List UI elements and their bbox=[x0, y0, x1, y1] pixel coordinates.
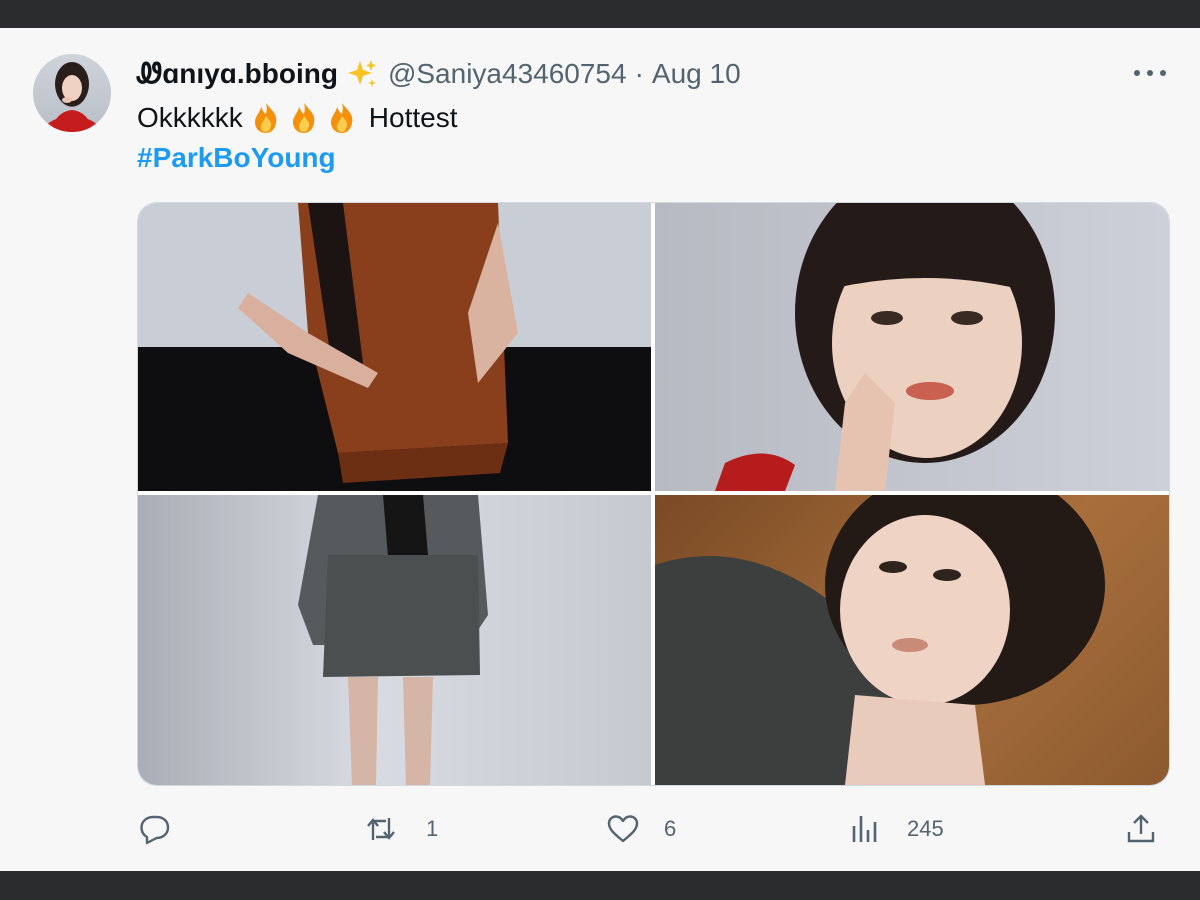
avatar-photo bbox=[51, 62, 93, 132]
avatar[interactable] bbox=[33, 54, 111, 132]
like-count: 6 bbox=[664, 816, 677, 841]
hashtag-link[interactable]: #ParkBoYoung bbox=[137, 140, 336, 176]
media-grid bbox=[137, 202, 1170, 786]
media-photo-2[interactable] bbox=[655, 203, 1169, 491]
tweet-text: Okkkkkk Hottest bbox=[137, 100, 457, 136]
retweet-icon bbox=[367, 818, 395, 840]
reply-action[interactable] bbox=[138, 810, 196, 848]
media-photo-3[interactable] bbox=[138, 495, 651, 785]
tweet-text-start: Okkkkkk bbox=[137, 102, 243, 133]
tweet-text-end: Hottest bbox=[368, 102, 458, 133]
share-action[interactable] bbox=[1124, 810, 1158, 848]
media-photo-1[interactable] bbox=[138, 203, 651, 491]
retweet-action[interactable]: 1 bbox=[364, 810, 438, 848]
like-action[interactable]: 6 bbox=[606, 810, 676, 848]
share-icon bbox=[1127, 814, 1155, 843]
fire-icon bbox=[254, 103, 277, 133]
views-action[interactable]: 245 bbox=[849, 810, 944, 848]
reply-icon bbox=[140, 815, 170, 845]
fire-icon bbox=[330, 103, 353, 133]
more-options-icon[interactable] bbox=[1134, 64, 1166, 82]
views-count: 245 bbox=[907, 816, 944, 841]
retweet-count: 1 bbox=[426, 816, 439, 841]
media-photo-4[interactable] bbox=[655, 495, 1169, 785]
window-frame-bottom bbox=[0, 871, 1200, 900]
heart-icon bbox=[607, 815, 639, 843]
separator-dot: · bbox=[634, 58, 644, 89]
sparkles-icon bbox=[347, 60, 376, 87]
views-icon bbox=[852, 816, 877, 842]
fire-icon bbox=[292, 103, 315, 133]
tweet-header: Ꮺɑnıyɑ.bboing @Saniya43460754 · Aug 10 bbox=[137, 56, 741, 92]
tweet-date[interactable]: Aug 10 bbox=[652, 58, 741, 90]
window-frame-top bbox=[0, 0, 1200, 28]
display-name[interactable]: Ꮺɑnıyɑ.bboing bbox=[137, 58, 338, 91]
user-handle[interactable]: @Saniya43460754 bbox=[388, 58, 627, 90]
